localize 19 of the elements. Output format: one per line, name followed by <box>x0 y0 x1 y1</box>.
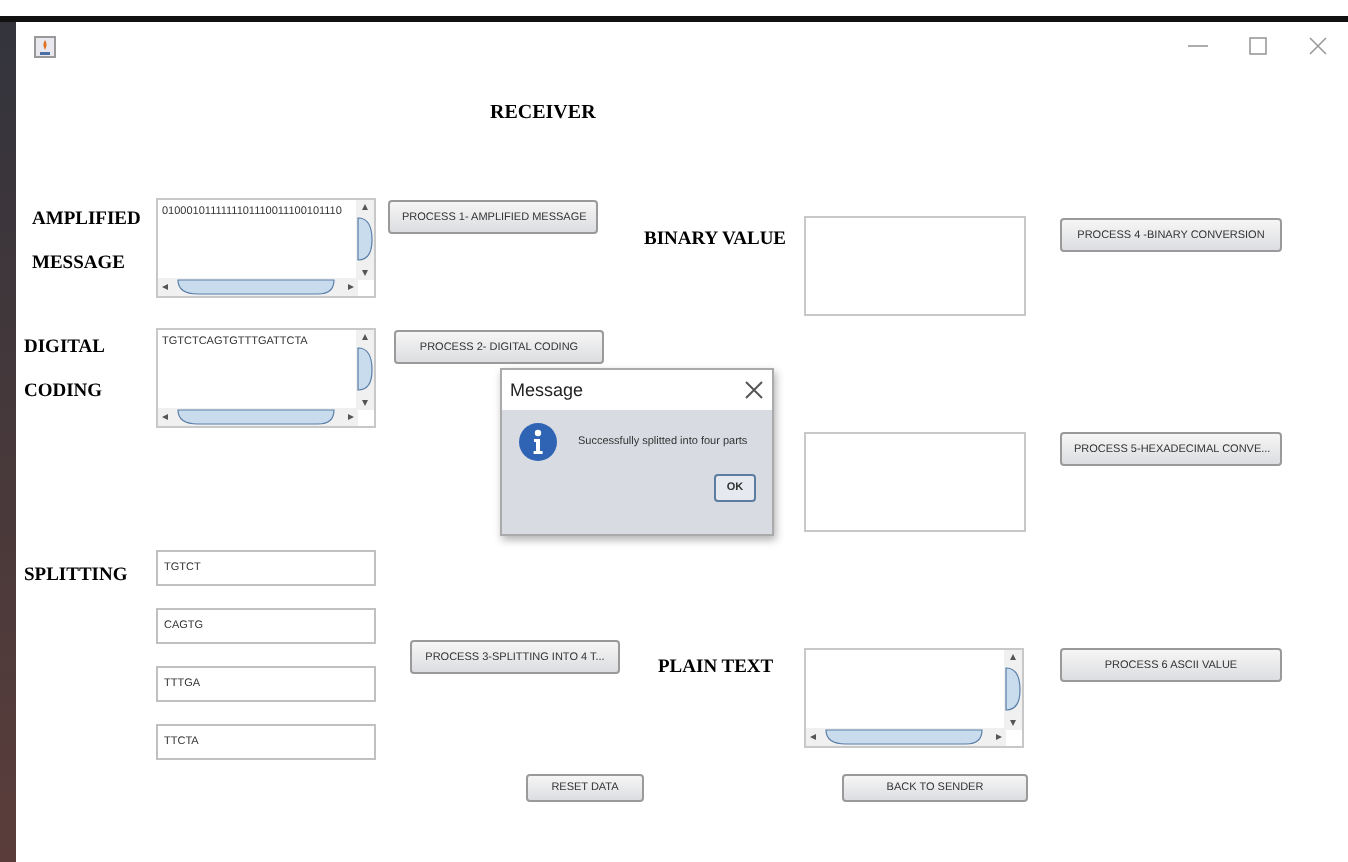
field-label: AMPLIFIED MESSAGE <box>32 208 143 278</box>
horizontal-scrollbar[interactable] <box>158 278 358 296</box>
vertical-scrollbar[interactable] <box>356 330 374 410</box>
dialog-title: Message <box>510 380 584 400</box>
text-area[interactable] <box>804 648 1024 748</box>
field-label: DIGITAL CODING <box>24 336 106 406</box>
close-icon[interactable] <box>744 380 764 400</box>
output-box[interactable] <box>804 216 1026 316</box>
field-label: BINARY VALUE <box>644 230 789 250</box>
field-label: PLAIN TEXT <box>658 658 776 678</box>
field-label: SPLITTING <box>24 564 130 590</box>
vertical-scrollbar[interactable] <box>356 200 374 280</box>
info-icon <box>518 422 558 462</box>
horizontal-scrollbar[interactable] <box>806 728 1006 746</box>
vertical-scrollbar[interactable] <box>1004 650 1022 730</box>
app-icon <box>34 35 56 57</box>
horizontal-scrollbar[interactable] <box>158 408 358 426</box>
output-box[interactable] <box>804 432 1026 532</box>
page-heading: RECEIVER <box>490 102 598 124</box>
